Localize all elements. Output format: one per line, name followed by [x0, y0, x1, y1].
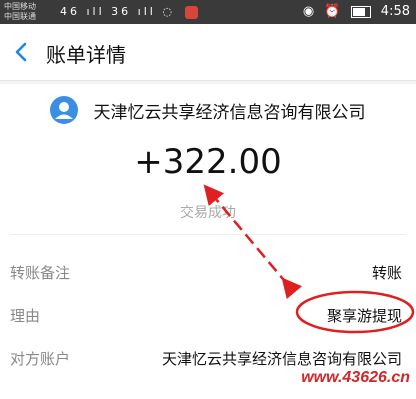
bill-detail-card: 天津忆云共享经济信息咨询有限公司 +322.00 交易成功 转账备注 转账 理由… [0, 84, 416, 399]
alarm-icon: ⏰ [324, 4, 341, 19]
status-bar: 中国移动 中国联通 46 ıll 36 ıll ◌ ◉ ⏰ 4:58 [0, 0, 416, 24]
divider [10, 234, 406, 235]
detail-label: 转账备注 [10, 264, 71, 282]
page-title: 账单详情 [46, 43, 126, 67]
transaction-status: 交易成功 [180, 205, 236, 221]
eye-icon: ◉ [302, 4, 315, 19]
status-right: ◉ ⏰ 4:58 [297, 4, 410, 19]
user-avatar-icon [50, 96, 79, 124]
signal-strength-icon: 46 ıll 36 ıll [60, 5, 156, 18]
clock-time: 4:58 [380, 4, 410, 19]
carrier-1: 中国移动 [4, 2, 36, 11]
detail-row-remark: 转账备注 转账 [0, 252, 416, 292]
battery-icon [350, 5, 371, 18]
merchant-name: 天津忆云共享经济信息咨询有限公司 [93, 102, 366, 123]
carrier-2: 中国联通 [4, 12, 36, 21]
signal-icons: 46 ıll 36 ıll ◌ [60, 5, 199, 19]
transaction-amount: +322.00 [134, 142, 282, 182]
watermark-text: www.43626.cn [301, 369, 410, 386]
navigation-bar: 账单详情 [0, 24, 416, 81]
chevron-left-icon[interactable] [10, 38, 34, 66]
notification-app-icon [185, 5, 199, 19]
detail-row-reason: 理由 聚享游提现 [0, 295, 416, 335]
detail-label: 理由 [10, 307, 41, 325]
detail-value: 转账 [371, 264, 402, 282]
detail-label: 对方账户 [10, 350, 71, 368]
carrier-labels: 中国移动 中国联通 [4, 2, 36, 22]
wifi-icon: ◌ [162, 5, 175, 18]
detail-value: 聚享游提现 [326, 307, 402, 325]
merchant-header: 天津忆云共享经济信息咨询有限公司 [0, 96, 416, 130]
detail-value: 天津忆云共享经济信息咨询有限公司 [161, 350, 402, 368]
